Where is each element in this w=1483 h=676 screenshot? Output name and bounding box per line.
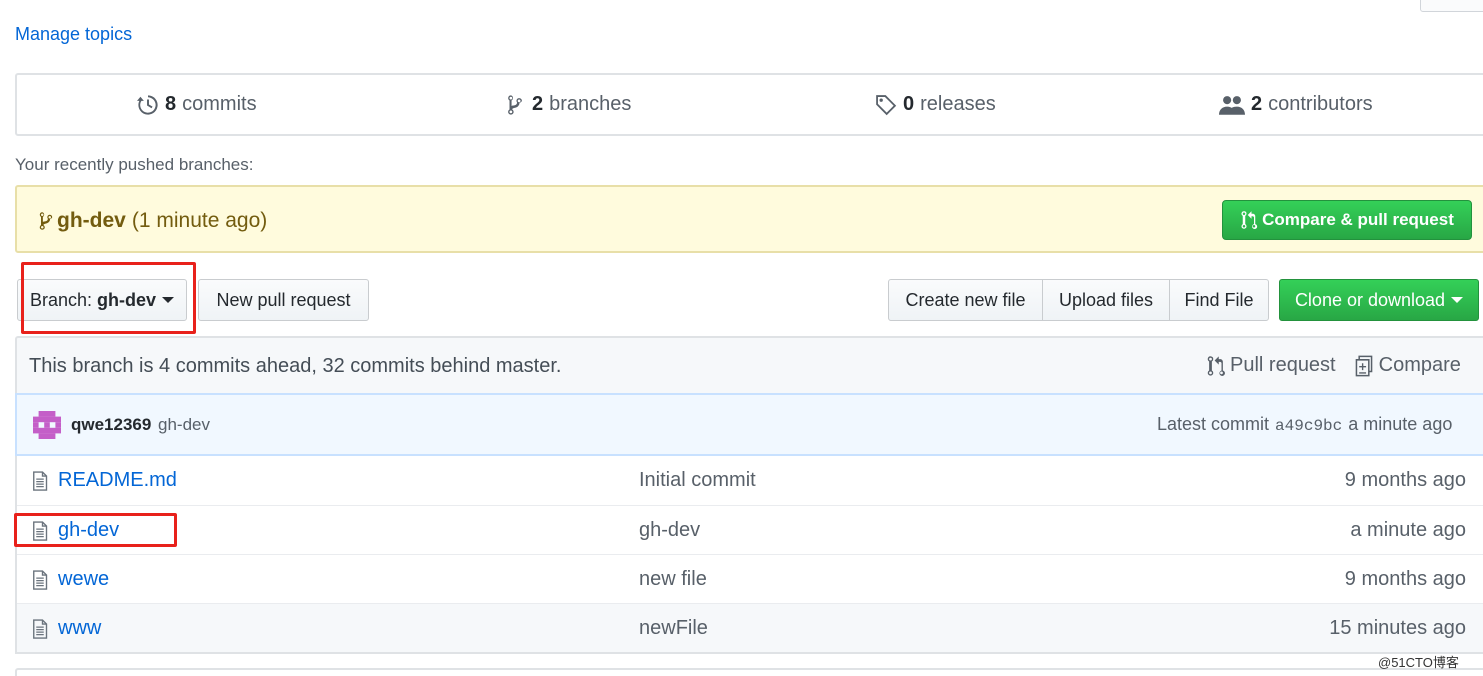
- contributors-label: contributors: [1268, 93, 1373, 115]
- file-diff-icon: [1354, 355, 1374, 377]
- branch-select-button[interactable]: Branch: gh-dev: [17, 279, 187, 321]
- contributors-link[interactable]: 2 contributors: [1219, 75, 1373, 134]
- file-name-link[interactable]: wewe: [58, 568, 109, 591]
- branch-prefix: Branch:: [29, 289, 93, 310]
- latest-commit-label: Latest commit: [1157, 414, 1270, 434]
- recent-branch-item: gh-dev (1 minute ago): [39, 209, 267, 233]
- clone-or-download-button[interactable]: Clone or download: [1279, 279, 1479, 321]
- commit-sha[interactable]: a49c9bc: [1275, 417, 1342, 435]
- branches-link[interactable]: 2 branches: [504, 75, 631, 134]
- chevron-down-icon: [162, 297, 175, 303]
- recent-branch-name[interactable]: gh-dev: [57, 209, 126, 233]
- file-icon: [33, 619, 48, 639]
- commit-tease: qwe12369 gh-dev Latest commit a49c9bc a …: [15, 393, 1483, 456]
- file-age: 9 months ago: [1344, 568, 1466, 590]
- file-commit-message[interactable]: Initial commit: [639, 469, 756, 492]
- clone-or-download-label: Clone or download: [1294, 289, 1446, 310]
- git-pull-request-icon: [1207, 355, 1225, 377]
- commits-link[interactable]: 8 commits: [137, 75, 257, 134]
- table-row: www newFile 15 minutes ago: [17, 603, 1483, 652]
- commit-message[interactable]: gh-dev: [158, 415, 210, 435]
- branches-label: branches: [549, 93, 632, 115]
- git-branch-icon: [39, 211, 53, 231]
- file-table: README.md Initial commit 9 months ago gh…: [15, 456, 1483, 654]
- file-icon: [33, 521, 48, 541]
- file-icon: [33, 570, 48, 590]
- file-name-link[interactable]: gh-dev: [58, 519, 119, 542]
- readme-box: [15, 668, 1483, 676]
- file-age: 15 minutes ago: [1329, 617, 1466, 639]
- file-actions-group: Create new file Upload files Find File: [888, 279, 1269, 321]
- commit-time: a minute ago: [1348, 414, 1453, 434]
- numbers-summary: 8 commits 2 branches 0 releases 2 contri…: [15, 73, 1483, 136]
- history-icon: [137, 94, 159, 116]
- commits-count: 8: [165, 93, 177, 115]
- commits-label: commits: [182, 93, 257, 115]
- file-commit-message[interactable]: new file: [639, 568, 707, 591]
- releases-label: releases: [920, 93, 996, 115]
- file-age: 9 months ago: [1344, 469, 1466, 491]
- compare-label: Compare: [1378, 354, 1461, 376]
- current-branch-name: gh-dev: [97, 289, 157, 310]
- recent-branch-box: gh-dev (1 minute ago) Compare & pull req…: [15, 185, 1483, 253]
- new-pull-request-button[interactable]: New pull request: [198, 279, 369, 321]
- releases-link[interactable]: 0 releases: [875, 75, 996, 134]
- compare-pull-request-button[interactable]: Compare & pull request: [1222, 200, 1472, 240]
- git-branch-icon: [504, 94, 526, 116]
- compare-link[interactable]: Compare: [1354, 354, 1461, 377]
- pull-request-link[interactable]: Pull request: [1207, 354, 1336, 377]
- file-commit-message[interactable]: gh-dev: [639, 519, 700, 542]
- branch-status-message: This branch is 4 commits ahead, 32 commi…: [29, 355, 562, 377]
- commit-author[interactable]: qwe12369: [71, 415, 151, 435]
- file-commit-message[interactable]: newFile: [639, 617, 708, 640]
- latest-commit: Latest commit a49c9bc a minute ago: [1157, 414, 1452, 435]
- file-age: a minute ago: [1350, 519, 1466, 541]
- create-new-file-button[interactable]: Create new file: [888, 279, 1043, 321]
- pull-request-label: Pull request: [1230, 354, 1336, 376]
- recent-branch-time: (1 minute ago): [131, 209, 268, 232]
- table-row: gh-dev gh-dev a minute ago: [17, 505, 1483, 554]
- file-icon: [33, 471, 48, 491]
- manage-topics-link[interactable]: Manage topics: [15, 24, 132, 45]
- recent-branches-label: Your recently pushed branches:: [15, 155, 254, 174]
- table-row: README.md Initial commit 9 months ago: [17, 456, 1483, 505]
- git-pull-request-icon: [1240, 210, 1258, 230]
- upload-files-button[interactable]: Upload files: [1042, 279, 1170, 321]
- compare-pull-request-label: Compare & pull request: [1262, 210, 1454, 229]
- tag-icon: [875, 94, 897, 116]
- releases-count: 0: [903, 93, 915, 115]
- avatar[interactable]: [33, 411, 61, 439]
- branch-info-bar: This branch is 4 commits ahead, 32 commi…: [15, 336, 1483, 393]
- branches-count: 2: [532, 93, 544, 115]
- chevron-down-icon: [1451, 297, 1464, 303]
- find-file-button[interactable]: Find File: [1169, 279, 1269, 321]
- file-name-link[interactable]: www: [58, 617, 101, 640]
- file-name-link[interactable]: README.md: [58, 469, 177, 492]
- watermark: @51CTO博客: [1378, 655, 1459, 670]
- edit-topics-button[interactable]: [1420, 0, 1483, 12]
- contributors-count: 2: [1251, 93, 1263, 115]
- table-row: wewe new file 9 months ago: [17, 554, 1483, 603]
- people-icon: [1219, 94, 1245, 116]
